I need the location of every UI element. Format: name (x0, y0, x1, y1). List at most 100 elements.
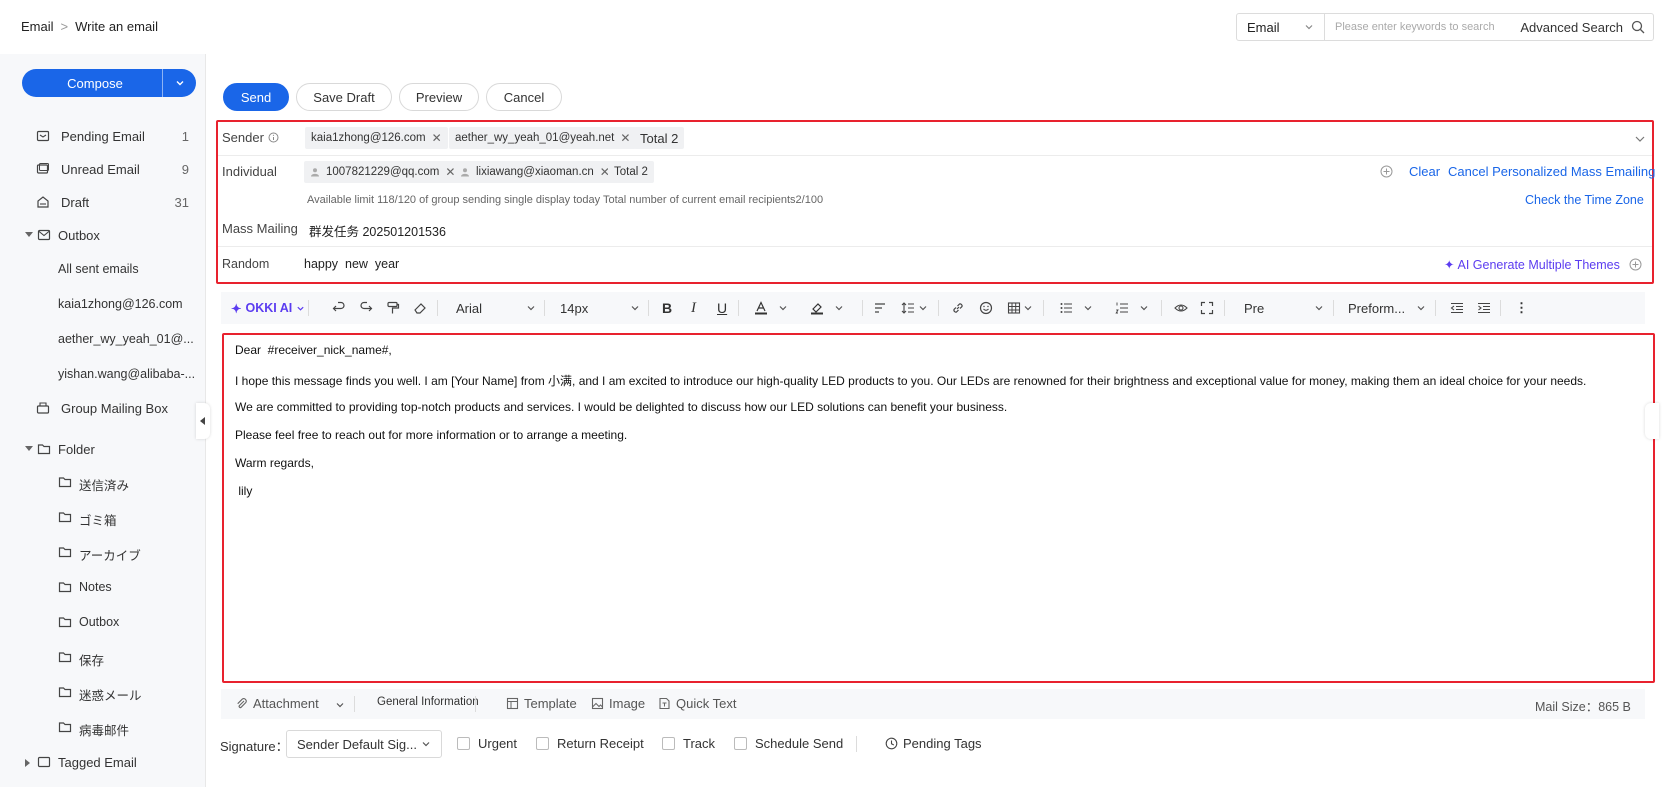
checkbox-box[interactable] (662, 737, 675, 750)
sidebar-subitem-account[interactable]: yishan.wang@alibaba-... (58, 367, 195, 381)
sender-chip[interactable]: kaia1zhong@126.com ✕ (305, 127, 448, 149)
compose-dropdown[interactable] (162, 69, 196, 97)
folder-item[interactable]: 迷惑メール (0, 682, 205, 704)
block-type-value: Pre (1244, 300, 1265, 316)
bullet-list-button[interactable] (1059, 292, 1093, 324)
sidebar-subitem-account[interactable]: aether_wy_yeah_01@... (58, 332, 194, 346)
highlight-color-button[interactable] (810, 292, 844, 324)
recipient-chip[interactable]: lixiawang@xiaoman.cn ✕ (454, 161, 616, 183)
general-information-button[interactable]: General Information (377, 696, 479, 708)
remove-chip-icon[interactable]: ✕ (620, 131, 630, 145)
bold-icon[interactable]: B (662, 292, 672, 324)
sidebar: Compose Pending Email 1 Unread Email 9 D… (0, 54, 205, 787)
sender-chip[interactable]: aether_wy_yeah_01@yeah.net ✕ (449, 127, 637, 149)
search-scope-select[interactable]: Email (1237, 14, 1325, 40)
fullscreen-icon[interactable] (1200, 292, 1214, 324)
folder-item[interactable]: 送信済み (0, 472, 205, 494)
urgent-checkbox[interactable]: Urgent (457, 736, 517, 751)
sidebar-item-draft[interactable]: Draft 31 (0, 190, 205, 214)
sidebar-item-group-mailing[interactable]: Group Mailing Box (0, 396, 205, 420)
cancel-personalized-link[interactable]: Cancel Personalized Mass Emailing (1448, 164, 1655, 179)
quick-text-button[interactable]: Quick Text (658, 696, 736, 711)
advanced-search-button[interactable]: Advanced Search (1520, 20, 1653, 35)
checkbox-box[interactable] (536, 737, 549, 750)
track-checkbox[interactable]: Track (662, 736, 715, 751)
indent-icon[interactable] (1477, 292, 1491, 324)
more-options-icon[interactable]: ⋮ (1515, 292, 1528, 324)
undo-icon[interactable] (332, 292, 346, 324)
sidebar-subitem-all-sent[interactable]: All sent emails (58, 262, 139, 276)
sidebar-collapse-toggle[interactable] (196, 403, 210, 439)
sidebar-item-folder[interactable]: Folder (0, 437, 205, 461)
align-left-icon[interactable] (873, 292, 887, 324)
right-panel-toggle[interactable] (1645, 403, 1659, 439)
folder-item[interactable]: Notes (0, 577, 205, 599)
random-label: Random (222, 257, 270, 271)
folder-item[interactable]: ゴミ箱 (0, 507, 205, 529)
compose-button[interactable]: Compose (22, 69, 196, 97)
sidebar-item-outbox[interactable]: Outbox (0, 223, 205, 247)
chevron-down-icon[interactable] (1634, 133, 1646, 145)
folder-item[interactable]: 病毒邮件 (0, 717, 205, 739)
toolbar-divider (1500, 300, 1501, 316)
save-draft-button[interactable]: Save Draft (296, 83, 392, 111)
folder-item[interactable]: Outbox (0, 612, 205, 634)
sidebar-subitem-account[interactable]: kaia1zhong@126.com (58, 297, 183, 311)
return-receipt-checkbox[interactable]: Return Receipt (536, 736, 644, 751)
search-input[interactable] (1325, 14, 1521, 40)
eraser-icon[interactable] (413, 292, 427, 324)
emoji-icon[interactable] (979, 292, 993, 324)
checkbox-box[interactable] (734, 737, 747, 750)
recipient-chip[interactable]: 1007821229@qq.com ✕ (304, 161, 462, 183)
check-time-zone-link[interactable]: Check the Time Zone (1525, 193, 1644, 207)
attachment-button[interactable]: Attachment (235, 696, 319, 711)
sidebar-item-label: Pending Email (61, 128, 145, 144)
format-painter-icon[interactable] (386, 292, 400, 324)
email-body-editor[interactable]: Dear #receiver_nick_name#, I hope this m… (222, 333, 1655, 683)
sidebar-item-tagged[interactable]: Tagged Email (0, 750, 205, 774)
outdent-icon[interactable] (1450, 292, 1464, 324)
preview-button[interactable]: Preview (399, 83, 479, 111)
sidebar-item-unread[interactable]: Unread Email 9 (0, 157, 205, 181)
line-height-button[interactable] (901, 292, 928, 324)
font-family-select[interactable]: Arial (456, 292, 536, 324)
format-select[interactable]: Preform... (1348, 292, 1426, 324)
checkbox-box[interactable] (457, 737, 470, 750)
numbered-list-button[interactable] (1115, 292, 1149, 324)
individual-label: Individual (222, 164, 277, 179)
folder-item[interactable]: アーカイブ (0, 542, 205, 564)
block-type-select[interactable]: Pre (1244, 292, 1324, 324)
chevron-down-icon (919, 306, 927, 311)
folder-item[interactable]: 保存 (0, 647, 205, 669)
cancel-button[interactable]: Cancel (486, 83, 562, 111)
image-button[interactable]: Image (591, 696, 645, 711)
mass-mailing-value[interactable]: 群发任务 202501201536 (309, 221, 446, 240)
link-icon[interactable] (951, 292, 965, 324)
pending-tags-button[interactable]: Pending Tags (885, 736, 982, 751)
folder-icon (58, 477, 72, 488)
table-button[interactable] (1007, 292, 1033, 324)
preview-eye-icon[interactable] (1174, 292, 1188, 324)
font-color-button[interactable] (754, 292, 788, 324)
add-circle-icon[interactable] (1629, 258, 1642, 271)
individual-row: Individual 1007821229@qq.com ✕ lixiawang… (218, 156, 1655, 189)
info-icon[interactable] (268, 132, 279, 143)
caret-down-icon (25, 446, 33, 451)
underline-icon[interactable]: U (717, 292, 727, 324)
send-button[interactable]: Send (223, 83, 289, 111)
okki-ai-button[interactable]: ✦ OKKI AI (231, 292, 305, 324)
breadcrumb-root[interactable]: Email (21, 19, 54, 34)
random-subject-value[interactable]: happy new year (304, 257, 399, 271)
remove-chip-icon[interactable]: ✕ (432, 131, 442, 145)
schedule-send-checkbox[interactable]: Schedule Send (734, 736, 843, 751)
template-button[interactable]: Template (506, 696, 577, 711)
sidebar-item-pending[interactable]: Pending Email 1 (0, 124, 205, 148)
clear-link[interactable]: Clear (1409, 164, 1440, 179)
italic-icon[interactable]: I (691, 292, 696, 324)
font-size-select[interactable]: 14px (560, 292, 640, 324)
add-circle-icon[interactable] (1380, 165, 1393, 178)
redo-icon[interactable] (359, 292, 373, 324)
signature-select[interactable]: Sender Default Sig... (286, 730, 442, 758)
chevron-down-icon[interactable] (335, 700, 345, 710)
ai-generate-themes-button[interactable]: ✦ AI Generate Multiple Themes (1444, 257, 1620, 273)
